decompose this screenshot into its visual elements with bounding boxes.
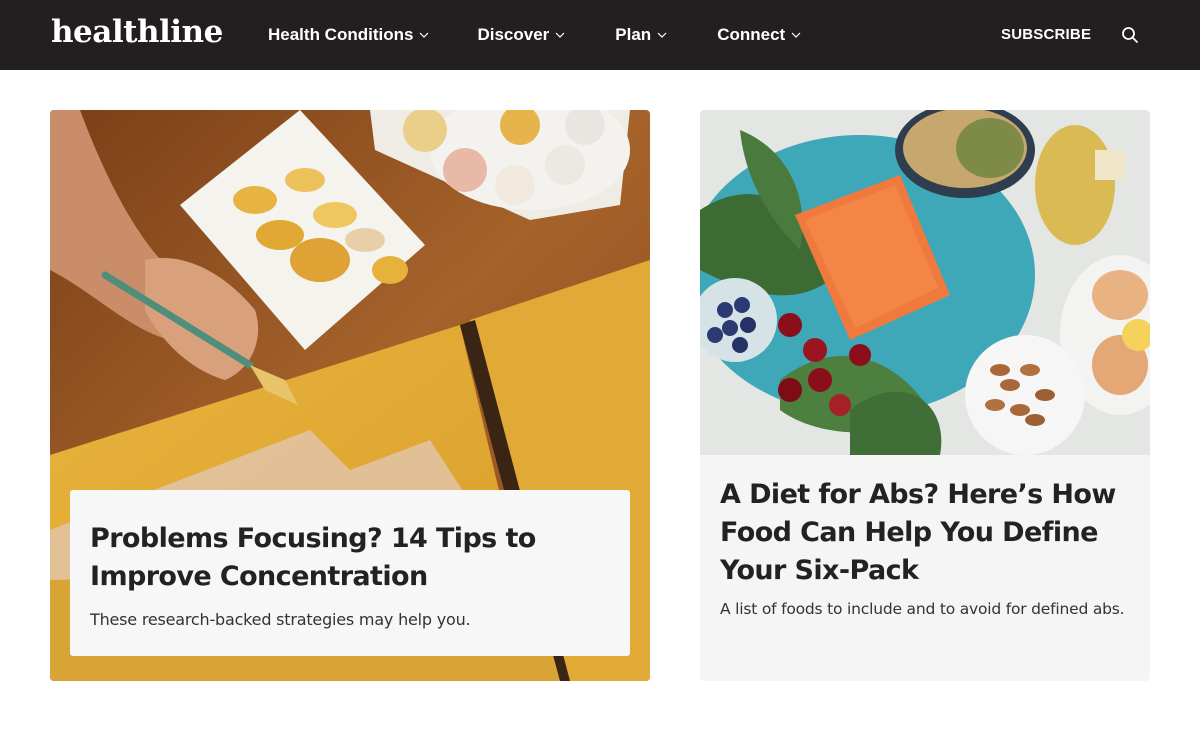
chevron-down-icon — [791, 32, 801, 38]
article-description: A list of foods to include and to avoid … — [720, 600, 1125, 618]
nav-connect-label: Connect — [717, 25, 786, 44]
article-title[interactable]: Problems Focusing? 14 Tips to Improve Co… — [90, 520, 610, 596]
nav-plan[interactable]: Plan — [615, 25, 667, 45]
nav-health-conditions[interactable]: Health Conditions — [268, 25, 429, 45]
chevron-down-icon — [657, 32, 667, 38]
search-icon[interactable] — [1121, 26, 1139, 44]
nav-connect[interactable]: Connect — [717, 25, 801, 45]
article-overlay: Problems Focusing? 14 Tips to Improve Co… — [70, 490, 630, 656]
chevron-down-icon — [420, 32, 429, 38]
healthline-logo[interactable]: healthline — [51, 14, 223, 50]
article-description: These research-backed strategies may hel… — [90, 610, 471, 629]
chevron-down-icon — [555, 32, 565, 38]
main-nav: Health Conditions Discover Plan Connect — [268, 0, 851, 70]
nav-discover-label: Discover — [477, 25, 550, 44]
nav-plan-label: Plan — [615, 25, 652, 44]
nav-discover[interactable]: Discover — [477, 25, 565, 45]
subscribe-button[interactable]: SUBSCRIBE — [1001, 26, 1091, 43]
site-header: healthline Health Conditions Discover Pl… — [0, 0, 1200, 70]
article-card-abs-diet[interactable]: A Diet for Abs? Here’s How Food Can Help… — [700, 110, 1150, 681]
nav-health-conditions-label: Health Conditions — [268, 25, 414, 44]
article-card-concentration[interactable]: Problems Focusing? 14 Tips to Improve Co… — [50, 110, 650, 681]
salmon-kale-berries-nuts-eggs-image — [700, 110, 1150, 455]
article-title[interactable]: A Diet for Abs? Here’s How Food Can Help… — [720, 476, 1130, 590]
